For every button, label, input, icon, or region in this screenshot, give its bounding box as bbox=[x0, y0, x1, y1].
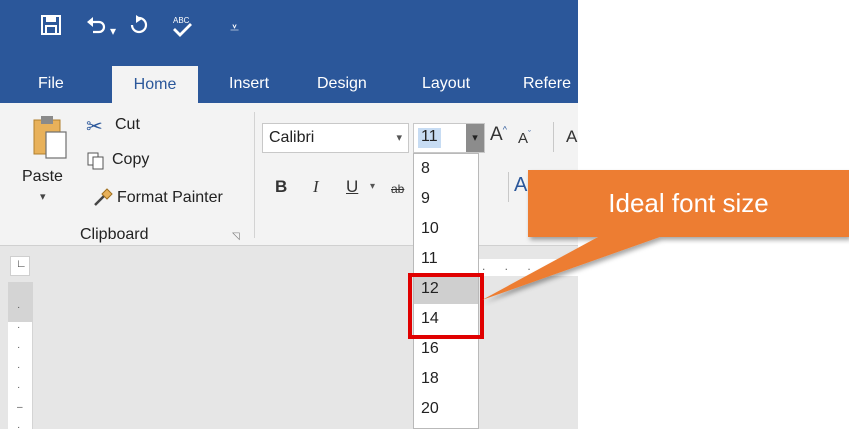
highlight-box bbox=[408, 273, 484, 339]
callout-text: Ideal font size bbox=[608, 188, 769, 218]
